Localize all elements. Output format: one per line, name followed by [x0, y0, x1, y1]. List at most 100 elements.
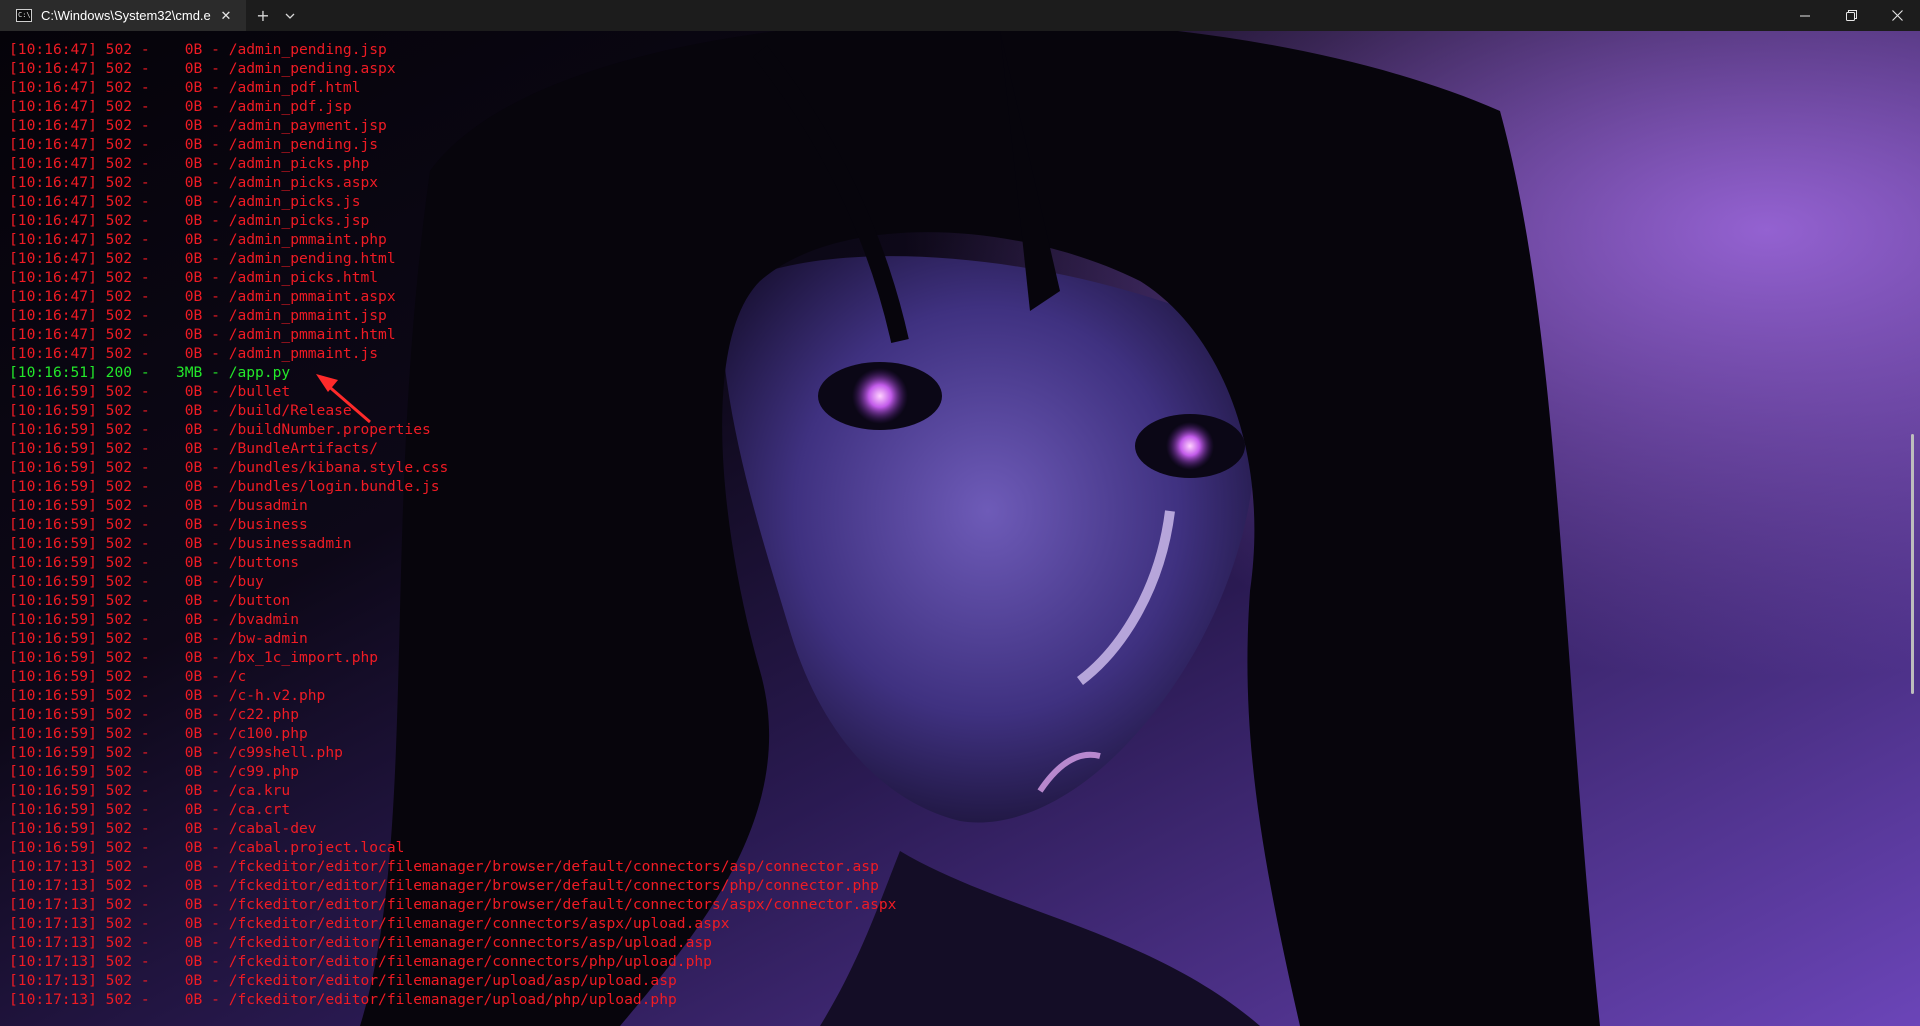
log-size: 0B: [184, 858, 203, 875]
log-path: /c-h.v2.php: [228, 687, 326, 704]
log-timestamp: 10:16:59: [17, 459, 89, 476]
log-status-code: 502: [105, 763, 133, 780]
log-size: 0B: [184, 611, 203, 628]
log-status-code: 502: [105, 440, 133, 457]
log-size: 0B: [184, 725, 203, 742]
log-size: 0B: [184, 991, 203, 1008]
close-button[interactable]: [1874, 0, 1920, 31]
log-line: [10:16:59] 502 - 0B - /cabal-dev: [9, 820, 317, 837]
log-size: 0B: [184, 744, 203, 761]
log-timestamp: 10:16:47: [17, 60, 89, 77]
log-timestamp: 10:16:47: [17, 288, 89, 305]
log-size: 0B: [184, 307, 203, 324]
log-timestamp: 10:16:59: [17, 478, 89, 495]
log-size: 0B: [184, 41, 203, 58]
log-line: [10:16:59] 502 - 0B - /c-h.v2.php: [9, 687, 326, 704]
log-line: [10:17:13] 502 - 0B - /fckeditor/editor/…: [9, 953, 712, 970]
log-size: 0B: [184, 117, 203, 134]
log-line: [10:16:47] 502 - 0B - /admin_pending.asp…: [9, 60, 396, 77]
log-timestamp: 10:16:59: [17, 782, 89, 799]
log-size: 0B: [184, 877, 203, 894]
log-status-code: 502: [105, 934, 133, 951]
tab-cmd[interactable]: C:\ C:\Windows\System32\cmd.e ✕: [0, 0, 246, 31]
log-size: 0B: [184, 402, 203, 419]
log-line: [10:16:51] 200 - 3MB - /app.py: [9, 364, 291, 381]
log-line: [10:16:59] 502 - 0B - /ca.kru: [9, 782, 291, 799]
title-bar: C:\ C:\Windows\System32\cmd.e ✕ +: [0, 0, 1920, 31]
log-timestamp: 10:16:47: [17, 41, 89, 58]
log-status-code: 502: [105, 915, 133, 932]
log-timestamp: 10:16:59: [17, 706, 89, 723]
log-line: [10:16:47] 502 - 0B - /admin_payment.jsp: [9, 117, 387, 134]
log-line: [10:17:13] 502 - 0B - /fckeditor/editor/…: [9, 896, 897, 913]
log-timestamp: 10:16:59: [17, 725, 89, 742]
log-timestamp: 10:16:59: [17, 801, 89, 818]
log-line: [10:16:47] 502 - 0B - /admin_picks.aspx: [9, 174, 379, 191]
log-size: 0B: [184, 953, 203, 970]
log-status-code: 502: [105, 155, 133, 172]
restore-icon: [1845, 10, 1857, 21]
log-size: 0B: [184, 79, 203, 96]
log-line: [10:16:59] 502 - 0B - /buy: [9, 573, 264, 590]
log-status-code: 502: [105, 478, 133, 495]
minimize-button[interactable]: [1782, 0, 1828, 31]
log-path: /c22.php: [228, 706, 299, 723]
log-line: [10:16:47] 502 - 0B - /admin_pmmaint.asp…: [9, 288, 396, 305]
log-status-code: 502: [105, 782, 133, 799]
log-timestamp: 10:16:59: [17, 383, 89, 400]
log-line: [10:16:59] 502 - 0B - /c22.php: [9, 706, 299, 723]
log-line: [10:16:59] 502 - 0B - /button: [9, 592, 291, 609]
log-timestamp: 10:16:47: [17, 117, 89, 134]
vertical-scrollbar[interactable]: [1910, 31, 1916, 1026]
log-line: [10:16:59] 502 - 0B - /bundles/login.bun…: [9, 478, 440, 495]
log-timestamp: 10:16:47: [17, 231, 89, 248]
log-timestamp: 10:16:59: [17, 497, 89, 514]
restore-button[interactable]: [1828, 0, 1874, 31]
terminal-window: C:\ C:\Windows\System32\cmd.e ✕ + [10:16…: [0, 0, 1920, 1026]
new-tab-button[interactable]: +: [246, 0, 280, 31]
log-timestamp: 10:16:59: [17, 820, 89, 837]
log-status-code: 502: [105, 193, 133, 210]
log-path: /c99shell.php: [228, 744, 343, 761]
log-path: /admin_pmmaint.aspx: [228, 288, 396, 305]
log-timestamp: 10:17:13: [17, 953, 89, 970]
log-status-code: 502: [105, 269, 133, 286]
log-path: /busadmin: [228, 497, 308, 514]
log-path: /button: [228, 592, 291, 609]
log-path: /bx_1c_import.php: [228, 649, 379, 666]
log-timestamp: 10:16:47: [17, 155, 89, 172]
log-path: /admin_pmmaint.html: [228, 326, 396, 343]
tab-dropdown-button[interactable]: [280, 0, 300, 31]
title-bar-drag-area[interactable]: [300, 0, 1782, 31]
log-timestamp: 10:17:13: [17, 896, 89, 913]
log-path: /admin_pmmaint.php: [228, 231, 387, 248]
log-path: /admin_pmmaint.js: [228, 345, 379, 362]
log-timestamp: 10:16:59: [17, 516, 89, 533]
log-path: /ca.crt: [228, 801, 291, 818]
log-line: [10:16:47] 502 - 0B - /admin_picks.php: [9, 155, 370, 172]
log-path: /fckeditor/editor/filemanager/upload/php…: [228, 991, 677, 1008]
log-path: /fckeditor/editor/filemanager/upload/asp…: [228, 972, 677, 989]
log-path: /admin_pmmaint.jsp: [228, 307, 387, 324]
log-line: [10:16:59] 502 - 0B - /bvadmin: [9, 611, 299, 628]
log-size: 0B: [184, 459, 203, 476]
log-line: [10:16:47] 502 - 0B - /admin_pdf.jsp: [9, 98, 352, 115]
log-timestamp: 10:16:59: [17, 744, 89, 761]
log-path: /bundles/kibana.style.css: [228, 459, 449, 476]
log-path: /buttons: [228, 554, 299, 571]
log-path: /build/Release: [228, 402, 352, 419]
terminal-output[interactable]: [10:16:47] 502 - 0B - /admin_pending.jsp…: [9, 40, 896, 1009]
log-timestamp: 10:16:47: [17, 174, 89, 191]
scrollbar-thumb[interactable]: [1911, 434, 1914, 694]
log-path: /admin_picks.html: [228, 269, 379, 286]
log-size: 0B: [184, 630, 203, 647]
log-timestamp: 10:16:59: [17, 687, 89, 704]
log-status-code: 502: [105, 288, 133, 305]
log-size: 0B: [184, 98, 203, 115]
log-size: 0B: [184, 269, 203, 286]
log-status-code: 502: [105, 231, 133, 248]
tab-close-icon[interactable]: ✕: [216, 6, 236, 26]
log-size: 0B: [184, 782, 203, 799]
log-line: [10:16:47] 502 - 0B - /admin_pmmaint.js: [9, 345, 379, 362]
log-status-code: 200: [105, 364, 133, 381]
